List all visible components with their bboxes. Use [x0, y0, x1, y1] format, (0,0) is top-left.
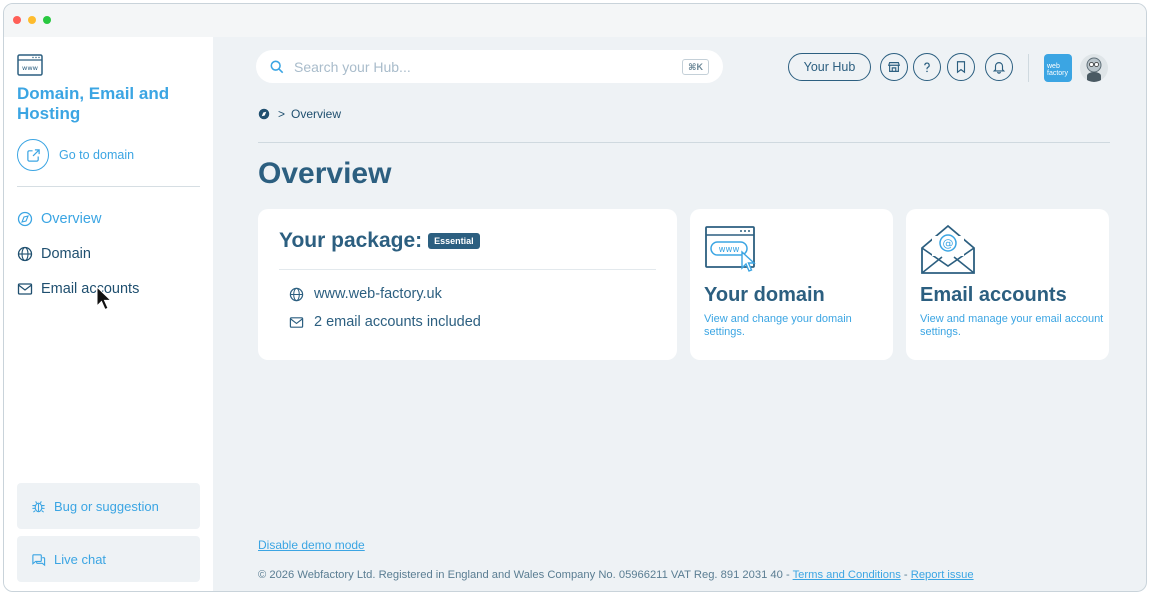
sidebar-item-label: Overview — [41, 211, 102, 227]
your-hub-button[interactable]: Your Hub — [788, 53, 871, 81]
title-bar — [4, 4, 1146, 37]
sidebar-item-label: Email accounts — [41, 281, 140, 297]
bookmark-button[interactable] — [947, 53, 975, 81]
header-divider — [1028, 54, 1029, 82]
maximize-window-button[interactable] — [43, 16, 51, 24]
sidebar-item-email-accounts[interactable]: Email accounts — [17, 281, 139, 297]
mail-icon — [17, 283, 33, 295]
package-card: Your package: Essential www.web-factory.… — [258, 209, 677, 360]
sidebar-item-domain[interactable]: Domain — [17, 246, 91, 262]
package-domain-row: www.web-factory.uk — [289, 286, 442, 302]
app-window: www Domain, Email and Hosting Go to doma… — [3, 3, 1147, 592]
breadcrumb-separator: > — [278, 107, 286, 121]
mouse-cursor-icon — [96, 286, 112, 311]
sidebar: www Domain, Email and Hosting Go to doma… — [4, 37, 213, 591]
notifications-button[interactable] — [985, 53, 1013, 81]
content-divider — [258, 142, 1110, 143]
svg-text:www: www — [22, 64, 39, 72]
logo-text-line2: factory — [1047, 70, 1069, 77]
shop-button[interactable] — [880, 53, 908, 81]
bug-icon — [32, 500, 45, 513]
breadcrumb: > Overview — [258, 107, 341, 121]
live-chat-button[interactable]: Live chat — [17, 536, 200, 582]
main-content: ⌘K Your Hub web — [213, 37, 1146, 591]
package-title: Your package: Essential — [279, 229, 480, 253]
search-shortcut-badge: ⌘K — [682, 59, 709, 75]
bug-or-suggestion-button[interactable]: Bug or suggestion — [17, 483, 200, 529]
www-browser-icon: www — [17, 54, 43, 76]
help-button[interactable] — [913, 53, 941, 81]
footer-dash: - — [903, 569, 908, 581]
sidebar-item-overview[interactable]: Overview — [17, 211, 101, 227]
avatar[interactable] — [1080, 54, 1108, 82]
go-to-domain-label: Go to domain — [59, 148, 135, 162]
package-email-row: 2 email accounts included — [289, 314, 481, 330]
email-accounts-description: View and manage your email account setti… — [920, 313, 1104, 338]
go-to-domain-button[interactable]: Go to domain — [17, 138, 134, 172]
package-email-text: 2 email accounts included — [314, 314, 481, 330]
footer-copyright: © 2026 Webfactory Ltd. Registered in Eng… — [258, 569, 790, 581]
email-accounts-card[interactable]: @ Email accounts View and manage your em… — [906, 209, 1109, 360]
product-title: Domain, Email and Hosting — [17, 84, 170, 123]
envelope-at-illustration-icon: @ — [921, 224, 975, 274]
your-domain-title: Your domain — [704, 284, 825, 306]
email-accounts-title: Email accounts — [920, 284, 1067, 306]
globe-icon — [17, 246, 33, 262]
question-mark-icon — [924, 62, 930, 73]
package-badge: Essential — [428, 233, 480, 249]
mail-icon — [289, 316, 304, 328]
minimize-window-button[interactable] — [28, 16, 36, 24]
package-domain-text: www.web-factory.uk — [314, 286, 442, 302]
sidebar-divider — [17, 186, 200, 187]
breadcrumb-current: Overview — [291, 107, 342, 121]
chat-icon — [32, 553, 46, 566]
your-domain-description: View and change your domain settings. — [704, 313, 852, 338]
shop-icon — [887, 62, 901, 72]
package-title-text: Your package: — [279, 229, 423, 252]
live-chat-label: Live chat — [54, 551, 107, 567]
home-compass-icon[interactable] — [258, 108, 270, 120]
sidebar-item-label: Domain — [41, 246, 91, 262]
package-divider — [279, 269, 656, 270]
search-input[interactable] — [294, 58, 664, 75]
bookmark-icon — [956, 61, 966, 74]
bug-or-suggestion-label: Bug or suggestion — [54, 498, 159, 514]
close-window-button[interactable] — [13, 16, 21, 24]
svg-text:@: @ — [943, 237, 954, 250]
your-domain-card[interactable]: www Your domain View and change your dom… — [690, 209, 893, 360]
report-issue-link[interactable]: Report issue — [911, 569, 974, 581]
footer: © 2026 Webfactory Ltd. Registered in Eng… — [258, 569, 974, 581]
search-bar[interactable]: ⌘K — [256, 50, 723, 83]
overview-icon — [17, 211, 33, 227]
external-link-icon — [17, 139, 49, 171]
illustration-www-text: www — [719, 245, 740, 255]
robot-avatar-icon — [1086, 57, 1102, 82]
page-title: Overview — [258, 157, 392, 190]
browser-www-illustration-icon: www — [705, 226, 756, 272]
bell-icon — [992, 62, 1006, 74]
search-icon — [270, 60, 284, 73]
terms-link[interactable]: Terms and Conditions — [793, 569, 901, 581]
disable-demo-mode-link[interactable]: Disable demo mode — [258, 538, 365, 552]
globe-icon — [289, 287, 304, 301]
webfactory-logo[interactable]: web factory — [1044, 54, 1072, 82]
logo-text-line1: web — [1047, 63, 1060, 70]
